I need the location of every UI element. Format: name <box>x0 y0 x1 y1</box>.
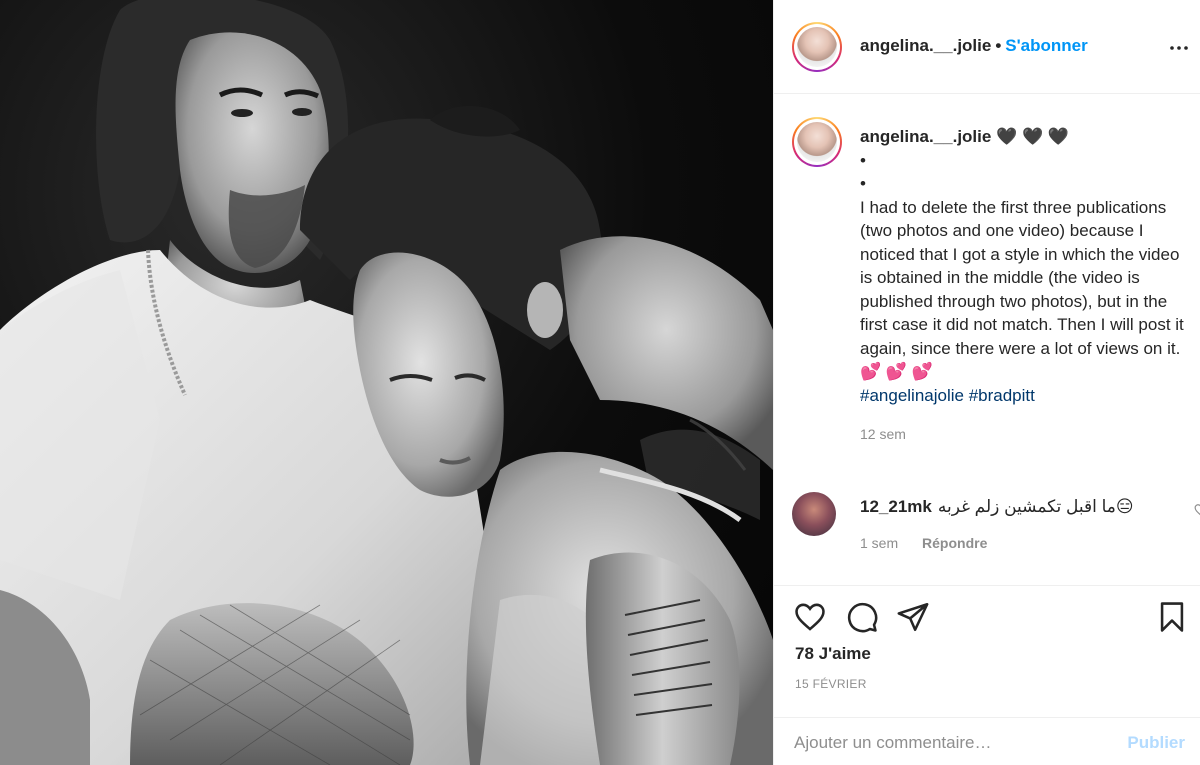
comment-input[interactable] <box>794 730 1094 756</box>
caption-avatar[interactable] <box>792 117 842 167</box>
comment-time[interactable]: 1 sem <box>860 535 898 551</box>
caption-bullet: • <box>860 174 866 193</box>
comments-list[interactable]: angelina.__.jolie 🖤 🖤 🖤 • • I had to del… <box>774 95 1200 585</box>
more-dots-icon <box>1170 46 1188 50</box>
comment-bar: Publier <box>774 717 1200 765</box>
comment-item: 12_21mk ما اقبل تكمشين زلم غربه😑 1 sem Ré… <box>792 492 1200 552</box>
author-username[interactable]: angelina.__.jolie <box>860 36 991 55</box>
more-options-button[interactable] <box>1169 38 1189 58</box>
caption-body: angelina.__.jolie 🖤 🖤 🖤 • • I had to del… <box>860 125 1194 447</box>
action-bar: 78 J'aime 15 FÉVRIER <box>774 585 1200 703</box>
heart-icon[interactable] <box>793 600 827 634</box>
caption-bullet: • <box>860 150 866 170</box>
separator-dot: • <box>995 36 1002 55</box>
caption-username[interactable]: angelina.__.jolie <box>860 127 991 146</box>
author-line: angelina.__.jolie • S'abonner <box>860 36 1088 56</box>
post-photo[interactable] <box>0 0 773 765</box>
post-date[interactable]: 15 FÉVRIER <box>795 677 867 691</box>
post-comment-button[interactable]: Publier <box>1127 733 1185 753</box>
comment-text: ما اقبل تكمشين زلم غربه😑 <box>937 497 1134 516</box>
paper-plane-icon[interactable] <box>896 600 930 634</box>
photo-illustration <box>0 0 773 765</box>
comment-like-heart-icon[interactable] <box>1194 503 1200 517</box>
likes-count[interactable]: 78 J'aime <box>795 644 871 664</box>
comment-text-line: 12_21mk ما اقبل تكمشين زلم غربه😑 <box>860 497 1134 517</box>
commenter-username[interactable]: 12_21mk <box>860 497 932 516</box>
comment-meta: 1 sem Répondre <box>860 535 987 551</box>
bookmark-icon[interactable] <box>1155 600 1189 634</box>
caption-hashtags[interactable]: #angelinajolie #bradpitt <box>860 384 1194 408</box>
reply-button[interactable]: Répondre <box>922 535 987 551</box>
post-side-panel: angelina.__.jolie • S'abonner angelina.__.… <box>773 0 1200 765</box>
comment-icon[interactable] <box>845 600 879 634</box>
post-header: angelina.__.jolie • S'abonner <box>774 0 1200 94</box>
commenter-avatar[interactable] <box>792 492 836 536</box>
caption-time[interactable]: 12 sem <box>860 423 1194 447</box>
follow-button[interactable]: S'abonner <box>1005 36 1087 55</box>
caption-emoji: 🖤 🖤 🖤 <box>996 127 1070 146</box>
caption-text: I had to delete the first three publicat… <box>860 197 1184 382</box>
author-avatar[interactable] <box>792 22 842 72</box>
